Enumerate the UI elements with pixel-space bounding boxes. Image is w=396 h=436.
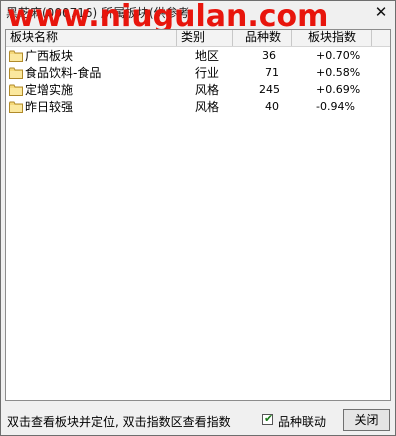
- table-row[interactable]: 广西板块 地区 36 +0.70%: [6, 48, 390, 64]
- row-count: 36: [262, 49, 276, 62]
- status-hint: 双击查看板块并定位, 双击指数区查看指数: [7, 415, 231, 429]
- column-header-count[interactable]: 品种数: [233, 30, 292, 46]
- row-index: -0.94%: [316, 100, 355, 113]
- linkage-label[interactable]: 品种联动: [278, 413, 326, 430]
- table-row[interactable]: 昨日较强 风格 40 -0.94%: [6, 99, 390, 115]
- row-index: +0.70%: [316, 49, 361, 62]
- column-header-name[interactable]: 板块名称: [6, 30, 177, 46]
- window-title: 黑芝麻(000716) 所属板块(供参考: [6, 6, 190, 20]
- row-count: 245: [259, 83, 280, 96]
- table-row[interactable]: 食品饮料-食品 行业 71 +0.58%: [6, 65, 390, 81]
- row-count: 71: [265, 66, 279, 79]
- sector-list[interactable]: 板块名称 类别 品种数 板块指数 广西板块 地区 36 +0.70% 食品饮料-…: [5, 29, 391, 401]
- row-name: 食品饮料-食品: [25, 66, 102, 80]
- title-bar[interactable]: 黑芝麻(000716) 所属板块(供参考 www.niugulan.com ✕: [1, 0, 395, 34]
- linkage-checkbox[interactable]: ✔: [262, 412, 274, 425]
- row-index: +0.69%: [316, 83, 361, 96]
- row-category: 风格: [195, 100, 220, 114]
- row-category: 地区: [195, 49, 220, 63]
- row-name: 定增实施: [25, 83, 74, 97]
- sector-dialog: 黑芝麻(000716) 所属板块(供参考 www.niugulan.com ✕ …: [0, 0, 396, 436]
- row-name: 广西板块: [25, 49, 74, 63]
- table-row[interactable]: 定增实施 风格 245 +0.69%: [6, 82, 390, 98]
- column-header-index[interactable]: 板块指数: [292, 30, 372, 46]
- checkmark-icon: ✔: [264, 412, 274, 425]
- status-bar: 双击查看板块并定位, 双击指数区查看指数 ✔ 品种联动 关闭: [1, 405, 395, 435]
- close-icon[interactable]: ✕: [373, 4, 389, 20]
- row-index: +0.58%: [316, 66, 361, 79]
- row-category: 风格: [195, 83, 220, 97]
- row-name: 昨日较强: [25, 100, 74, 114]
- row-count: 40: [265, 100, 279, 113]
- column-header-filler: [372, 30, 390, 46]
- row-category: 行业: [195, 66, 220, 80]
- column-header-category[interactable]: 类别: [177, 30, 233, 46]
- list-header: 板块名称 类别 品种数 板块指数: [6, 30, 390, 47]
- folder-icon: [9, 67, 23, 79]
- folder-icon: [9, 101, 23, 113]
- folder-icon: [9, 50, 23, 62]
- close-button[interactable]: 关闭: [343, 409, 390, 431]
- folder-icon: [9, 84, 23, 96]
